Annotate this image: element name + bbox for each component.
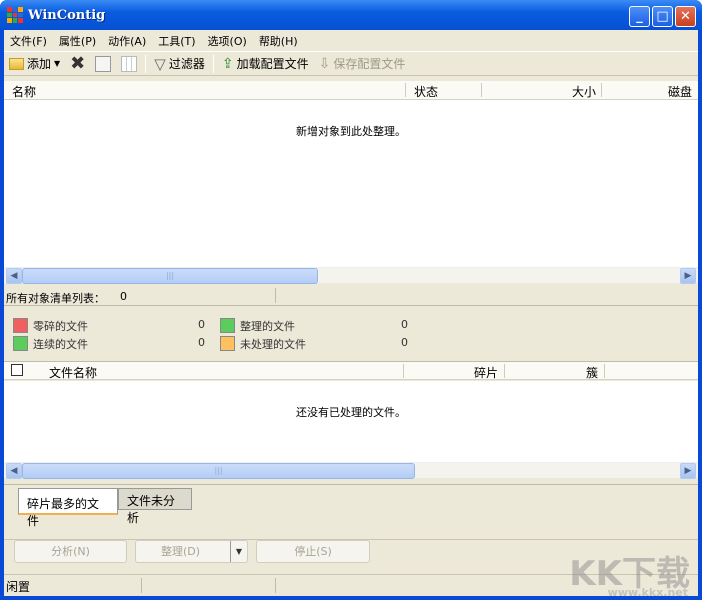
- legend-fragmented-label: 零碎的文件: [33, 320, 88, 333]
- filter-button[interactable]: ▽ 过滤器: [149, 55, 210, 73]
- column-name[interactable]: 名称: [12, 83, 36, 100]
- close-button[interactable]: ✕: [675, 6, 696, 27]
- delete-x-icon: ✖: [70, 53, 86, 74]
- file-list-header: 文件名称 碎片 簇: [4, 361, 698, 380]
- defrag-label: 整理(D): [161, 545, 201, 558]
- tab-label: 碎片最多的文件: [27, 497, 100, 528]
- client-area: 文件(F) 属性(P) 动作(A) 工具(T) 选项(O) 帮助(H) 添加 ▼…: [4, 30, 698, 599]
- object-list-hscrollbar[interactable]: ◀ ||| ▶: [4, 267, 698, 284]
- window-title: WinContig: [28, 8, 106, 23]
- load-profile-label: 加载配置文件: [236, 57, 309, 71]
- summary-bar: 所有对象清单列表： 0: [4, 286, 698, 306]
- object-list-header: 名称 状态 大小 磁盘: [4, 81, 698, 100]
- add-folder-icon: [9, 57, 24, 70]
- filter-label: 过滤器: [168, 57, 205, 71]
- title-bar[interactable]: WinContig _ □ ✕: [0, 0, 702, 30]
- scroll-left-button[interactable]: ◀: [6, 268, 22, 284]
- legend-contiguous-label: 连续的文件: [33, 338, 88, 351]
- file-list-hscrollbar[interactable]: ◀ ||| ▶: [4, 462, 698, 479]
- legend-defragmented-value: 0: [401, 318, 408, 331]
- menu-bar: 文件(F) 属性(P) 动作(A) 工具(T) 选项(O) 帮助(H): [4, 30, 698, 50]
- menu-tools[interactable]: 工具(T): [152, 30, 201, 50]
- menu-action[interactable]: 动作(A): [102, 30, 152, 50]
- contiguous-swatch-icon: [13, 336, 28, 351]
- minimize-button[interactable]: _: [629, 6, 650, 27]
- load-upload-icon: ⇪: [221, 55, 234, 72]
- defrag-button[interactable]: 整理(D) ▼: [135, 540, 248, 563]
- status-text: 闲置: [6, 580, 31, 594]
- column-fragments[interactable]: 碎片: [474, 364, 498, 381]
- remove-button[interactable]: ✖: [65, 53, 90, 74]
- app-icon: [7, 7, 23, 23]
- scroll-thumb[interactable]: |||: [22, 268, 318, 284]
- column-size[interactable]: 大小: [572, 83, 596, 100]
- dropdown-arrow-icon[interactable]: ▼: [54, 59, 60, 68]
- tab-not-analyzed[interactable]: 文件未分析: [118, 488, 192, 525]
- save-profile-label: 保存配置文件: [333, 57, 406, 71]
- properties-icon: [95, 55, 112, 72]
- file-list-empty-text: 还没有已处理的文件。: [296, 406, 406, 419]
- column-clusters[interactable]: 簇: [586, 364, 598, 381]
- legend-fragmented-value: 0: [198, 318, 205, 331]
- grid-icon: [121, 55, 138, 72]
- menu-properties[interactable]: 属性(P): [53, 30, 102, 50]
- object-list[interactable]: 新增对象到此处整理。: [4, 100, 698, 267]
- fragmented-swatch-icon: [13, 318, 28, 333]
- object-list-empty-text: 新增对象到此处整理。: [296, 125, 406, 138]
- menu-help[interactable]: 帮助(H): [253, 30, 304, 50]
- tab-label: 文件未分析: [127, 494, 176, 525]
- toolbar-separator: [145, 54, 147, 73]
- filter-funnel-icon: ▽: [154, 54, 166, 73]
- column-disk[interactable]: 磁盘: [668, 83, 692, 100]
- summary-count: 0: [120, 290, 127, 303]
- analyze-button[interactable]: 分析(N): [14, 540, 127, 563]
- grid-button[interactable]: [116, 55, 142, 72]
- scroll-thumb[interactable]: |||: [22, 463, 415, 479]
- legend-defragmented-label: 整理的文件: [240, 320, 295, 333]
- unprocessed-swatch-icon: [220, 336, 235, 351]
- save-download-icon: ⇩: [318, 55, 331, 72]
- stop-button[interactable]: 停止(S): [256, 540, 370, 563]
- defragmented-swatch-icon: [220, 318, 235, 333]
- watermark-url: www.kkx.net: [607, 586, 688, 599]
- tab-most-fragmented[interactable]: 碎片最多的文件: [18, 488, 118, 528]
- select-all-checkbox[interactable]: [11, 364, 23, 376]
- file-list[interactable]: 还没有已处理的文件。: [4, 381, 698, 462]
- scroll-right-button[interactable]: ▶: [680, 463, 696, 479]
- toolbar: 添加 ▼ ✖ ▽ 过滤器 ⇪ 加载配置文件 ⇩ 保存配置文件: [4, 51, 698, 76]
- scroll-right-button[interactable]: ▶: [680, 268, 696, 284]
- maximize-button[interactable]: □: [652, 6, 673, 27]
- add-label: 添加: [27, 57, 52, 71]
- defrag-dropdown-icon[interactable]: ▼: [230, 541, 247, 562]
- scroll-left-button[interactable]: ◀: [6, 463, 22, 479]
- load-profile-button[interactable]: ⇪ 加载配置文件: [217, 55, 314, 72]
- properties-button[interactable]: [90, 55, 116, 72]
- legend-unprocessed-label: 未处理的文件: [240, 338, 306, 351]
- add-button[interactable]: 添加 ▼: [4, 55, 65, 72]
- legend-contiguous-value: 0: [198, 336, 205, 349]
- app-window: WinContig _ □ ✕ 文件(F) 属性(P) 动作(A) 工具(T) …: [0, 0, 702, 600]
- column-status[interactable]: 状态: [414, 83, 438, 100]
- menu-file[interactable]: 文件(F): [4, 30, 53, 50]
- summary-label: 所有对象清单列表：: [6, 292, 105, 305]
- menu-options[interactable]: 选项(O): [202, 30, 253, 50]
- toolbar-separator: [212, 54, 214, 73]
- legend-unprocessed-value: 0: [401, 336, 408, 349]
- result-tabs: 碎片最多的文件 文件未分析: [4, 484, 698, 540]
- column-file-name[interactable]: 文件名称: [49, 364, 97, 381]
- save-profile-button[interactable]: ⇩ 保存配置文件: [314, 55, 411, 72]
- legend: 零碎的文件 0 整理的文件 0 连续的文件 0 未处理的文件 0: [4, 309, 698, 359]
